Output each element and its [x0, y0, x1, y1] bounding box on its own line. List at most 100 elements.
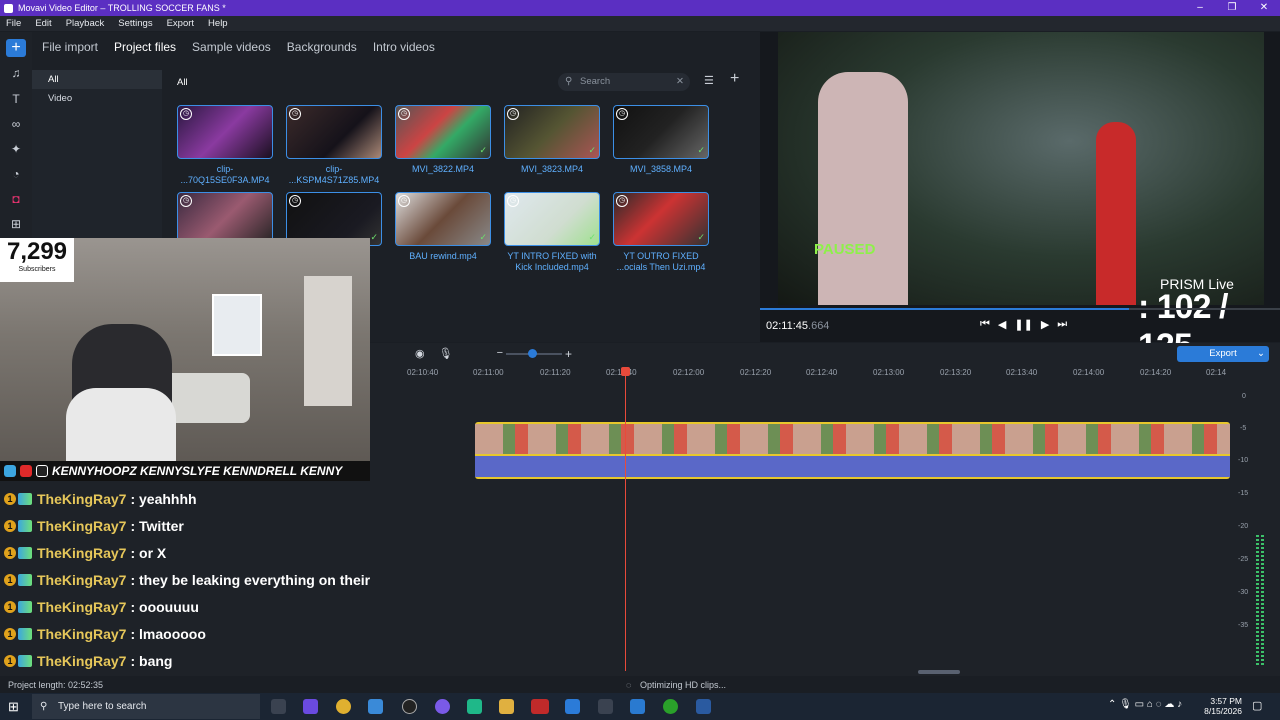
taskbar-search-input[interactable]: ⚲ Type here to search — [32, 694, 260, 719]
add-media-icon[interactable]: + — [6, 39, 26, 57]
clip-options-icon[interactable]: ◷ — [398, 108, 410, 120]
tab-intro-videos[interactable]: Intro videos — [373, 40, 435, 54]
capcut-icon[interactable] — [598, 699, 613, 714]
system-tray-icons[interactable]: ⌃ 🎙︎ ▭ ⌂ ◌ ☁ ♪ — [1108, 699, 1182, 710]
category-all[interactable]: All — [32, 70, 162, 89]
meter-bar-left — [1256, 535, 1259, 665]
video-preview[interactable]: PAUSED — [778, 32, 1264, 305]
bits-badge-icon: 1 — [4, 547, 16, 559]
chat-message: 1 TheKingRay7: they be leaking everything… — [4, 570, 370, 590]
tab-sample-videos[interactable]: Sample videos — [192, 40, 271, 54]
frame-forward-icon[interactable]: ▶ — [1041, 318, 1049, 331]
close-button[interactable]: ✕ — [1248, 0, 1280, 16]
media-thumbnail[interactable]: ◷ ✓ — [395, 105, 491, 159]
outlook-icon[interactable] — [630, 699, 645, 714]
xbox-icon[interactable] — [663, 699, 678, 714]
ruler-tick: 02:12:00 — [673, 368, 705, 377]
clip-options-icon[interactable]: ◷ — [507, 108, 519, 120]
chat-text: : yeahhhh — [130, 491, 197, 507]
clip-options-icon[interactable]: ◷ — [616, 195, 628, 207]
menu-export[interactable]: Export — [167, 18, 194, 29]
stickers-icon[interactable]: ◘ — [6, 190, 26, 208]
timeline-scrollbar[interactable] — [918, 670, 960, 674]
pause-icon[interactable]: ❚❚ — [1014, 318, 1032, 331]
media-thumbnail[interactable]: ◷ ✓ — [504, 105, 600, 159]
clear-search-icon[interactable]: ✕ — [676, 73, 684, 91]
windows-start-icon[interactable]: ⊞ — [8, 699, 19, 715]
used-check-icon: ✓ — [479, 145, 487, 155]
speed-icon[interactable]: ◔ — [6, 165, 26, 183]
media-thumbnail[interactable]: ◷ ✓ — [613, 192, 709, 246]
media-thumbnail[interactable]: ◷ ✓ — [395, 192, 491, 246]
timecode: 02:11:45.664 — [766, 320, 829, 332]
media-thumbnail[interactable]: ◷ — [286, 105, 382, 159]
export-dropdown-icon[interactable]: ⌄ — [1257, 346, 1265, 362]
copilot-icon[interactable] — [303, 699, 318, 714]
used-check-icon: ✓ — [588, 145, 596, 155]
transitions-icon[interactable]: ∞ — [6, 115, 26, 133]
paused-overlay: PAUSED — [814, 241, 876, 258]
clock[interactable]: 3:57 PM 8/15/2026 — [1198, 696, 1242, 716]
obs-icon[interactable] — [402, 699, 417, 714]
menu-file[interactable]: File — [6, 18, 21, 29]
voice-changer-icon[interactable] — [531, 699, 549, 714]
sort-icon[interactable]: ☰ — [704, 74, 714, 87]
chat-text: : bang — [130, 653, 173, 669]
ruler-tick: 02:11:00 — [473, 368, 504, 377]
clip-options-icon[interactable]: ◷ — [289, 108, 301, 120]
menu-help[interactable]: Help — [208, 18, 228, 29]
skip-start-icon[interactable]: ⏮ — [980, 318, 990, 331]
microphone-icon[interactable]: 🎙︎ — [439, 347, 453, 360]
clip-options-icon[interactable]: ◷ — [616, 108, 628, 120]
search-input[interactable]: ⚲ Search ✕ — [558, 73, 690, 91]
zoom-slider-handle[interactable] — [528, 349, 537, 358]
search-icon: ⚲ — [565, 76, 573, 87]
clip-options-icon[interactable]: ◷ — [180, 195, 192, 207]
clip-options-icon[interactable]: ◷ — [507, 195, 519, 207]
store-icon[interactable] — [368, 699, 383, 714]
record-screen-icon[interactable]: ◉ — [415, 347, 425, 360]
chrome-icon[interactable] — [336, 699, 351, 714]
discord-icon[interactable] — [435, 699, 450, 714]
clip-options-icon[interactable]: ◷ — [398, 195, 410, 207]
zoom-in-icon[interactable]: + — [565, 347, 572, 361]
preview-panel: PAUSED PRISM Live : 102 / 125 02:11:45.6… — [760, 32, 1280, 365]
playhead-handle[interactable] — [621, 367, 630, 376]
app-icon[interactable] — [696, 699, 711, 714]
menu-playback[interactable]: Playback — [66, 18, 105, 29]
task-view-icon[interactable] — [271, 699, 286, 714]
notification-icon[interactable]: ▢ — [1252, 699, 1262, 712]
more-tools-icon[interactable]: ⊞ — [6, 215, 26, 233]
restore-button[interactable]: ❐ — [1216, 0, 1248, 16]
playback-progress[interactable] — [760, 308, 1280, 310]
music-icon[interactable]: ♫ — [6, 64, 26, 82]
skip-end-icon[interactable]: ⏭ — [1057, 318, 1067, 331]
video-clip-track[interactable] — [475, 422, 1230, 479]
clip-options-icon[interactable]: ◷ — [180, 108, 192, 120]
tab-project-files[interactable]: Project files — [114, 40, 176, 54]
audio-level-meter: 0 -5 -10 -15 -20 -25 -30 -35 — [1236, 385, 1280, 665]
minimize-button[interactable]: – — [1184, 0, 1216, 16]
movavi-icon[interactable] — [565, 699, 580, 714]
media-name: BAU rewind.mp4 — [409, 251, 477, 261]
tab-backgrounds[interactable]: Backgrounds — [287, 40, 357, 54]
file-explorer-icon[interactable] — [499, 699, 514, 714]
clock-time: 3:57 PM — [1210, 696, 1242, 706]
playhead[interactable] — [625, 371, 626, 671]
category-video[interactable]: Video — [32, 89, 162, 108]
tab-file-import[interactable]: File import — [42, 40, 98, 54]
clip-options-icon[interactable]: ◷ — [289, 195, 301, 207]
app-icon[interactable] — [467, 699, 482, 714]
add-file-icon[interactable]: + — [730, 70, 739, 88]
export-button[interactable]: Export ⌄ — [1177, 346, 1269, 362]
effects-icon[interactable]: ✦ — [6, 140, 26, 158]
menu-edit[interactable]: Edit — [35, 18, 51, 29]
media-thumbnail[interactable]: ◷ — [177, 105, 273, 159]
time-ruler[interactable]: 02:10:40 02:11:00 02:11:20 02:11:40 02:1… — [370, 363, 1230, 385]
menu-settings[interactable]: Settings — [118, 18, 152, 29]
zoom-out-icon[interactable]: − — [497, 347, 503, 360]
text-icon[interactable]: T — [6, 90, 26, 108]
frame-back-icon[interactable]: ◀ — [998, 318, 1006, 331]
media-thumbnail[interactable]: ◷ ✓ — [613, 105, 709, 159]
media-thumbnail[interactable]: ◷ ✓ — [504, 192, 600, 246]
